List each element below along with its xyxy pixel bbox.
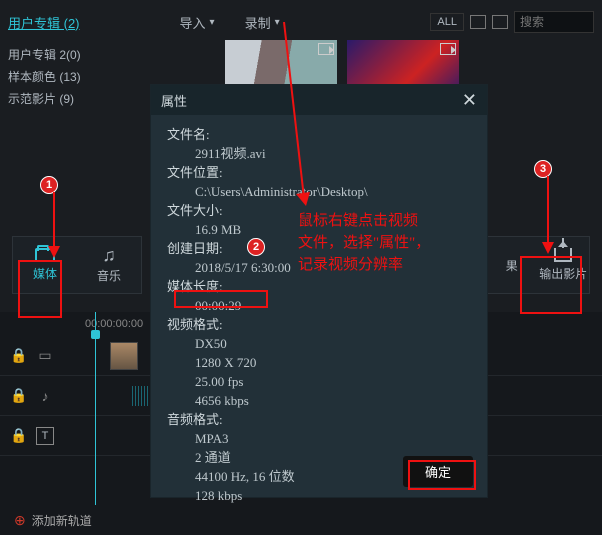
tab-label: 音乐 [97, 267, 121, 284]
dialog-body: 文件名: 2911视频.avi 文件位置: C:\Users\Administr… [151, 115, 487, 515]
tab-label: 果 [506, 257, 518, 274]
annotation-text: 鼠标右键点击视频 文件，选择"属性"， 记录视频分辨率 [298, 210, 430, 276]
add-track-button[interactable]: 添加新轨道 [32, 512, 92, 529]
record-dropdown[interactable]: 录制 [245, 13, 280, 32]
audio-track-icon: ♪ [36, 388, 54, 404]
field-label: 视频格式: [167, 315, 471, 334]
text-track-icon: T [36, 427, 54, 445]
annotation-badge-1: 1 [40, 176, 58, 194]
export-icon [554, 248, 572, 262]
video-icon [440, 43, 456, 55]
field-label: 媒体长度: [167, 277, 471, 296]
field-label: 文件名: [167, 125, 471, 144]
video-icon [318, 43, 334, 55]
properties-dialog: 属性 ✕ 文件名: 2911视频.avi 文件位置: C:\Users\Admi… [150, 84, 488, 498]
video-fps: 25.00 fps [167, 372, 471, 391]
close-icon[interactable]: ✕ [462, 90, 477, 111]
sidebar-item[interactable]: 示范影片 (9) [8, 88, 118, 110]
video-resolution: 1280 X 720 [167, 353, 471, 372]
dialog-titlebar: 属性 ✕ [151, 85, 487, 115]
field-label: 文件位置: [167, 163, 471, 182]
playhead[interactable] [95, 312, 96, 505]
field-value: 00:00:29 [167, 296, 471, 315]
tab-effect[interactable]: 果 [486, 237, 538, 293]
list-view-icon[interactable] [492, 15, 508, 29]
right-tab-bar: 果 输出影片 [485, 236, 590, 294]
folder-icon [35, 248, 55, 262]
lock-icon[interactable]: 🔒 [10, 427, 28, 444]
sidebar-item[interactable]: 样本颜色 (13) [8, 66, 118, 88]
video-track-icon: ▭ [36, 347, 54, 364]
field-label: 音频格式: [167, 410, 471, 429]
tab-music[interactable]: ♫ 音乐 [77, 237, 141, 293]
audio-bitrate: 128 kbps [167, 486, 471, 505]
lock-icon[interactable]: 🔒 [10, 387, 28, 404]
search-input[interactable] [514, 11, 594, 33]
annotation-badge-3: 3 [534, 160, 552, 178]
grid-view-icon[interactable] [470, 15, 486, 29]
breadcrumb-link[interactable]: 用户专辑 (2) [8, 13, 80, 32]
tab-label: 媒体 [33, 265, 57, 282]
dialog-title: 属性 [161, 91, 187, 110]
clip-thumbnail[interactable] [110, 342, 138, 370]
top-bar: 用户专辑 (2) 导入 录制 ALL [0, 0, 602, 44]
video-codec: DX50 [167, 334, 471, 353]
audio-codec: MPA3 [167, 429, 471, 448]
import-dropdown[interactable]: 导入 [180, 13, 215, 32]
left-tab-bar: 媒体 ♫ 音乐 [12, 236, 142, 294]
timecode: 00:00:00:00 [85, 318, 143, 330]
plus-icon: ⊕ [14, 512, 26, 529]
filter-all-button[interactable]: ALL [430, 13, 464, 31]
annotation-badge-2: 2 [247, 238, 265, 256]
tab-label: 输出影片 [539, 265, 587, 282]
lock-icon[interactable]: 🔒 [10, 347, 28, 364]
sidebar: 用户专辑 2(0) 样本颜色 (13) 示范影片 (9) [8, 44, 118, 110]
tab-export[interactable]: 输出影片 [538, 237, 590, 293]
field-value: 2911视频.avi [167, 144, 471, 163]
ok-button[interactable]: 确定 [403, 456, 473, 487]
field-value: C:\Users\Administrator\Desktop\ [167, 182, 471, 201]
music-note-icon: ♫ [102, 246, 116, 264]
sidebar-item[interactable]: 用户专辑 2(0) [8, 44, 118, 66]
tab-media[interactable]: 媒体 [13, 237, 77, 293]
video-bitrate: 4656 kbps [167, 391, 471, 410]
